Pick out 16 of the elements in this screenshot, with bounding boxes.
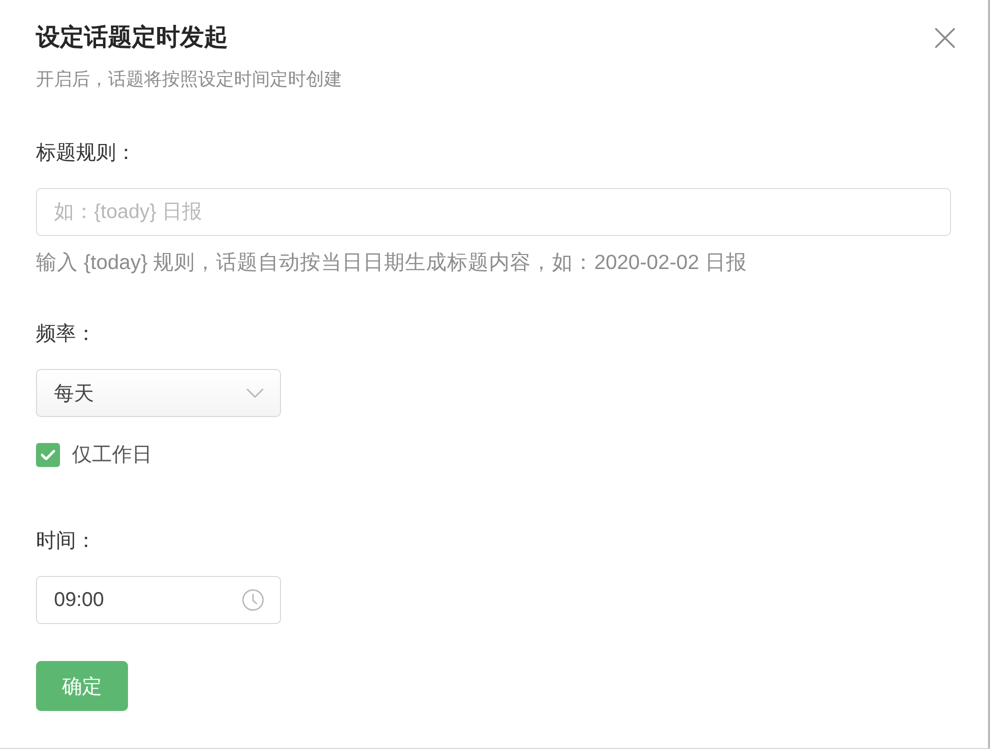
dialog-subtitle: 开启后，话题将按照设定时间定时创建 — [36, 68, 342, 91]
checkbox-label: 仅工作日 — [72, 443, 152, 468]
checkbox[interactable] — [36, 443, 60, 467]
frequency-select[interactable]: 每天 — [36, 369, 281, 417]
close-icon — [935, 28, 955, 48]
chevron-down-icon — [246, 388, 264, 398]
hint-text: 输入 {today} 规则，话题自动按当日日期生成标题内容，如：2020-02-02 日报 — [36, 250, 747, 276]
clock-icon — [242, 589, 264, 611]
title-rule-input[interactable]: 如：{toady} 日报 — [36, 188, 951, 236]
time-field[interactable]: 09:00 — [36, 576, 281, 624]
field-label: 时间： — [36, 529, 96, 554]
dialog-title: 设定话题定时发起 — [36, 23, 228, 53]
field-label: 标题规则： — [36, 141, 136, 166]
close-button[interactable] — [935, 28, 955, 48]
checkmark-icon — [41, 450, 55, 460]
field-label: 频率： — [36, 322, 96, 347]
